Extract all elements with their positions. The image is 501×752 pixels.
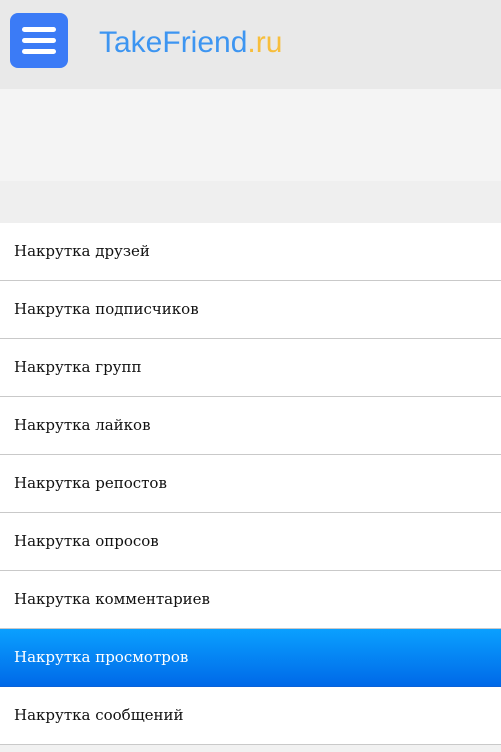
nav-menu: Накрутка друзей Накрутка подписчиков Нак… <box>0 223 501 745</box>
logo-tld: .ru <box>247 26 283 59</box>
menu-item-comments[interactable]: Накрутка комментариев <box>0 571 501 629</box>
hamburger-icon-bar <box>22 38 56 43</box>
menu-item-reposts[interactable]: Накрутка репостов <box>0 455 501 513</box>
menu-item-groups[interactable]: Накрутка групп <box>0 339 501 397</box>
header: TakeFriend.ru <box>0 0 501 89</box>
menu-item-friends[interactable]: Накрутка друзей <box>0 223 501 281</box>
banner-area <box>0 89 501 181</box>
menu-item-subscribers[interactable]: Накрутка подписчиков <box>0 281 501 339</box>
logo-brand: TakeFriend <box>99 26 248 59</box>
menu-toggle-button[interactable] <box>10 13 68 68</box>
menu-item-likes[interactable]: Накрутка лайков <box>0 397 501 455</box>
menu-item-messages[interactable]: Накрутка сообщений <box>0 687 501 745</box>
spacer <box>0 181 501 223</box>
hamburger-icon-bar <box>22 49 56 54</box>
menu-item-views[interactable]: Накрутка просмотров <box>0 629 501 687</box>
menu-item-polls[interactable]: Накрутка опросов <box>0 513 501 571</box>
hamburger-icon <box>22 27 56 32</box>
site-logo[interactable]: TakeFriend.ru <box>99 24 282 62</box>
